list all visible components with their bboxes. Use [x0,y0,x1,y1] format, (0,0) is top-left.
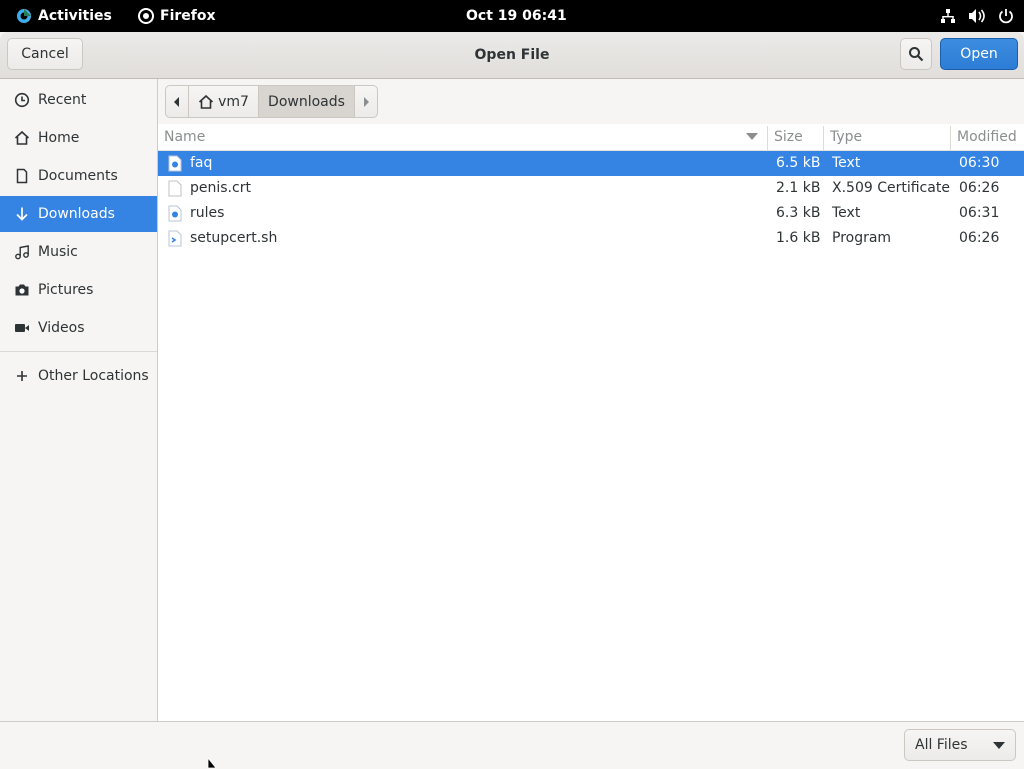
file-filter-value: All Files [915,737,968,753]
file-name: setupcert.sh [190,230,278,246]
activities-label: Activities [38,8,112,24]
sidebar-item-documents[interactable]: Documents [0,158,157,194]
file-size: 6.3 kB [776,205,821,221]
file-type: Text [832,205,861,221]
file-name: faq [190,155,213,171]
file-type: Text [832,155,861,171]
firefox-icon [138,8,154,24]
chevron-left-icon [174,96,179,107]
path-segment-current[interactable]: Downloads [258,85,355,118]
dialog-bottom-bar: All Files [0,721,1024,769]
dialog-title: Open File [474,47,550,63]
file-modified: 06:31 [959,205,1000,221]
places-sidebar: Recent Home Documents Downloads Music Pi… [0,79,158,721]
path-bar: vm7 Downloads [165,85,378,118]
path-segment-home[interactable]: vm7 [188,85,259,118]
sidebar-item-downloads[interactable]: Downloads [0,196,157,232]
system-status-area[interactable] [940,0,1014,32]
file-filter-dropdown[interactable]: All Files [904,729,1016,761]
mouse-cursor-icon [207,758,217,768]
script-file-icon [168,230,182,247]
sidebar-item-videos[interactable]: Videos [0,310,157,346]
generic-file-icon [168,180,182,197]
clock-icon [14,92,30,108]
top-bar: Activities Firefox Oct 19 06:41 [0,0,1024,32]
column-header-row: Name Size Type Modified [158,124,1024,151]
file-modified: 06:26 [959,230,1000,246]
chevron-down-icon [993,742,1005,749]
home-icon [14,130,30,146]
file-row[interactable]: rules 6.3 kB Text 06:31 [158,201,1024,226]
sidebar-item-other-locations[interactable]: Other Locations [0,358,157,394]
file-size: 6.5 kB [776,155,821,171]
column-separator [823,126,824,150]
file-size: 1.6 kB [776,230,821,246]
sidebar-item-label: Pictures [38,282,94,298]
video-icon [14,320,30,336]
column-header-name[interactable]: Name [164,124,205,150]
app-menu-firefox[interactable]: Firefox [138,0,216,32]
gnome-logo-icon [17,9,31,23]
sidebar-item-pictures[interactable]: Pictures [0,272,157,308]
file-name: rules [190,205,225,221]
sidebar-separator [0,351,157,352]
file-size: 2.1 kB [776,180,821,196]
sidebar-item-recent[interactable]: Recent [0,82,157,118]
path-segment-label: vm7 [218,93,249,110]
app-name: Firefox [160,8,216,24]
dialog-header-bar: Open File Cancel Open [0,32,1024,79]
search-icon [909,47,924,62]
file-modified: 06:26 [959,180,1000,196]
clock[interactable]: Oct 19 06:41 [466,0,567,32]
open-button[interactable]: Open [940,38,1018,70]
sidebar-item-home[interactable]: Home [0,120,157,156]
home-icon [199,94,214,109]
column-header-type[interactable]: Type [830,124,862,150]
sort-descending-icon [746,133,758,140]
network-icon [941,9,955,23]
column-header-modified[interactable]: Modified [957,124,1017,150]
download-icon [14,206,30,222]
plus-icon [14,368,30,384]
volume-icon [969,9,985,23]
file-row[interactable]: setupcert.sh 1.6 kB Program 06:26 [158,226,1024,251]
file-type: Program [832,230,892,246]
file-row[interactable]: faq 6.5 kB Text 06:30 [158,151,1024,176]
sidebar-item-label: Home [38,130,80,146]
column-separator [767,126,768,150]
file-name: penis.crt [190,180,251,196]
text-file-icon [168,155,182,172]
sidebar-item-label: Recent [38,92,87,108]
document-icon [14,168,30,184]
sidebar-item-label: Documents [38,168,118,184]
file-row[interactable]: penis.crt 2.1 kB X.509 Certificate 06:26 [158,176,1024,201]
text-file-icon [168,205,182,222]
sidebar-item-label: Videos [38,320,85,336]
sidebar-item-label: Other Locations [38,368,149,384]
file-list[interactable]: Name Size Type Modified faq 6.5 kB Text … [158,124,1024,721]
search-button[interactable] [900,38,932,70]
column-separator [950,126,951,150]
chevron-right-icon [364,96,369,107]
sidebar-item-label: Downloads [38,206,115,222]
file-type: X.509 Certificate [832,180,950,196]
cancel-button[interactable]: Cancel [7,38,83,70]
sidebar-item-music[interactable]: Music [0,234,157,270]
path-back-button[interactable] [165,85,189,118]
sidebar-item-label: Music [38,244,78,260]
music-icon [14,244,30,260]
file-modified: 06:30 [959,155,1000,171]
activities-button[interactable]: Activities [16,0,112,32]
path-forward-button[interactable] [354,85,378,118]
power-icon [999,9,1013,24]
column-header-size[interactable]: Size [774,124,803,150]
camera-icon [14,282,30,298]
